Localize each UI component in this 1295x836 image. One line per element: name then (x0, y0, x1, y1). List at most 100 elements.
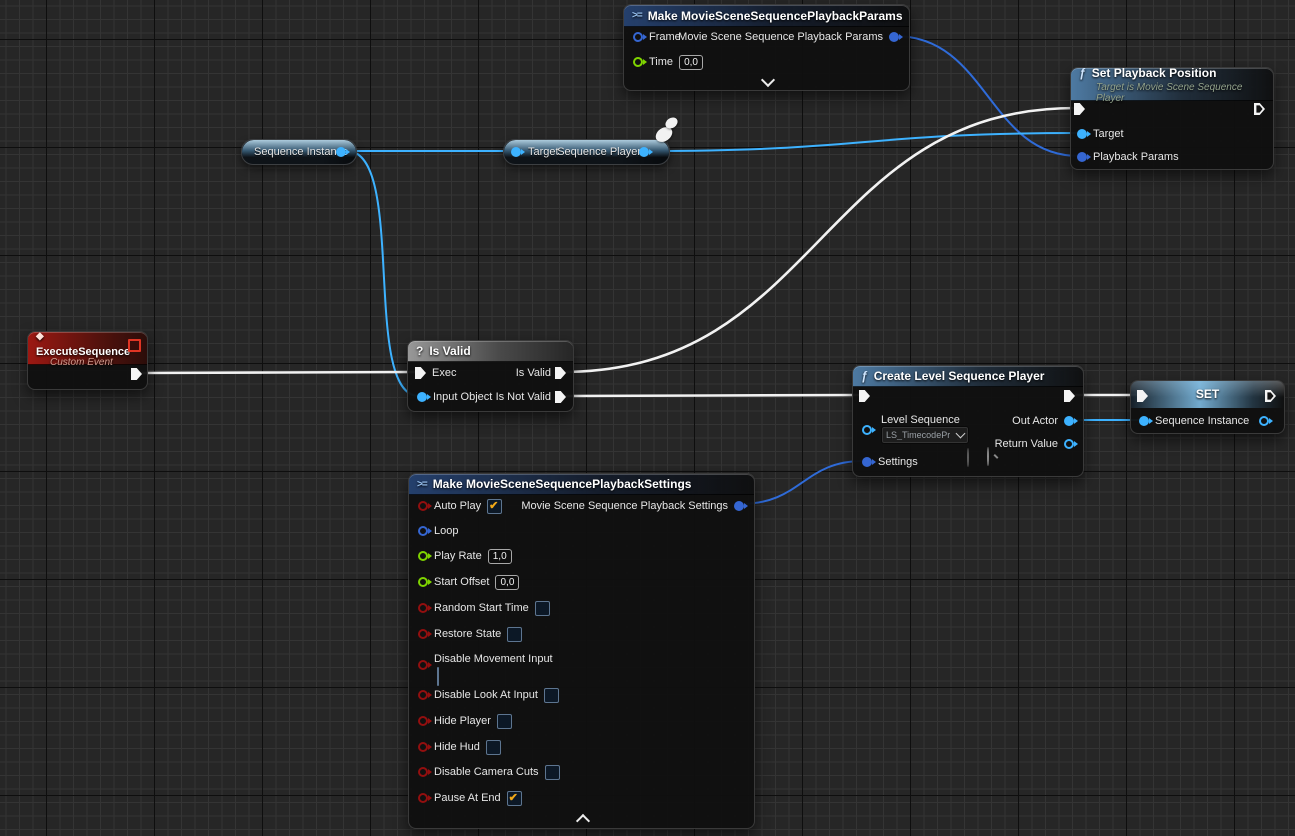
checkbox-hide-player[interactable] (497, 714, 512, 729)
pin-pause-at-end[interactable] (418, 793, 428, 803)
pin-play-rate[interactable] (418, 551, 428, 561)
blueprint-graph-canvas[interactable]: >= Make MovieSceneSequencePlaybackParams… (0, 0, 1295, 836)
event-icon: ◆ (36, 331, 44, 342)
pin-settings-output-label: Movie Scene Sequence Playback Settings (521, 499, 728, 513)
pin-output-label: Movie Scene Sequence Playback Params (678, 30, 883, 44)
level-sequence-dropdown[interactable]: LS_TimecodePr (881, 426, 969, 444)
checkbox-disable-movement-input[interactable] (437, 667, 439, 686)
pin-target-in[interactable] (511, 147, 521, 157)
pin-settings[interactable] (862, 457, 872, 467)
collapse-chevron-icon[interactable] (576, 814, 590, 828)
checkbox-disable-camera-cuts[interactable] (545, 765, 560, 780)
node-header: >= Make MovieSceneSequencePlaybackSettin… (409, 474, 754, 495)
pin-out-actor-label: Out Actor (1012, 414, 1058, 428)
pin-sequence-instance-in[interactable] (1139, 416, 1149, 426)
exec-in-pin[interactable] (859, 390, 870, 402)
checkbox-restore-state[interactable] (507, 627, 522, 642)
pin-auto-play-label: Auto Play (434, 499, 481, 513)
pin-hide-hud-label: Hide Hud (434, 740, 480, 754)
pin-auto-play[interactable] (418, 501, 428, 511)
pin-random-start-time[interactable] (418, 603, 428, 613)
make-struct-icon: >= (417, 479, 427, 490)
exec-is-valid-out-pin[interactable] (555, 367, 566, 379)
node-create-level-sequence-player[interactable]: ƒ Create Level Sequence Player Level Seq… (852, 365, 1084, 477)
pin-target-label: Target (528, 145, 559, 159)
checkbox-hide-hud[interactable] (486, 740, 501, 755)
pin-playback-params[interactable] (1077, 152, 1087, 162)
pin-pause-at-end-label: Pause At End (434, 791, 501, 805)
pin-input-object-label: Input Object (433, 390, 492, 404)
checkbox-disable-look-at-input[interactable] (544, 688, 559, 703)
pin-settings-out[interactable] (734, 501, 744, 511)
node-make-playback-settings[interactable]: >= Make MovieSceneSequencePlaybackSettin… (408, 473, 755, 829)
variable-label: Sequence Player (557, 145, 641, 159)
pin-disable-look-at-input[interactable] (418, 690, 428, 700)
node-get-sequence-instance[interactable]: Sequence Instance (241, 139, 357, 165)
wire-exec-isnotvalid-to-create[interactable] (562, 395, 862, 396)
level-sequence-dropdown-value: LS_TimecodePr (886, 430, 950, 440)
checkbox-auto-play[interactable] (487, 499, 502, 514)
time-value-input[interactable]: 0,0 (679, 55, 703, 70)
wire-seqplayer-to-target[interactable] (650, 133, 1079, 151)
exec-is-not-valid-out-pin[interactable] (555, 391, 566, 403)
checkbox-pause-at-end[interactable] (507, 791, 522, 806)
pin-loop[interactable] (418, 526, 428, 536)
node-is-valid[interactable]: ? Is Valid Exec Input Object Is Valid Is… (407, 340, 574, 412)
pin-out-actor[interactable] (1064, 416, 1074, 426)
pin-hide-player-label: Hide Player (434, 714, 491, 728)
node-get-sequence-player[interactable]: Target Sequence Player (503, 139, 670, 165)
exec-in-pin[interactable] (1074, 103, 1085, 115)
checkbox-random-start-time[interactable] (535, 601, 550, 616)
pin-playback-params-label: Playback Params (1093, 150, 1179, 164)
node-title: Make MovieSceneSequencePlaybackParams (648, 9, 903, 23)
pin-playback-params-out[interactable] (889, 32, 899, 42)
pin-is-valid-label: Is Valid (516, 366, 551, 380)
node-title: SET (1131, 387, 1284, 401)
pin-start-offset[interactable] (418, 577, 428, 587)
pin-is-not-valid-label: Is Not Valid (496, 390, 551, 404)
pin-level-sequence[interactable] (862, 425, 872, 435)
pin-random-start-time-label: Random Start Time (434, 601, 529, 615)
use-selected-icon[interactable] (967, 448, 969, 467)
pin-target-label: Target (1093, 127, 1124, 141)
node-subtitle: Target is Movie Scene Sequence Player (1079, 82, 1265, 104)
pin-return-value[interactable] (1064, 439, 1074, 449)
exec-out-pin[interactable] (131, 368, 142, 380)
node-set-playback-position[interactable]: ƒ Set Playback Position Target is Movie … (1070, 67, 1274, 170)
pin-sequence-instance-out[interactable] (1259, 416, 1269, 426)
start-offset-input[interactable]: 0,0 (495, 575, 519, 590)
node-header: ? Is Valid (408, 341, 573, 362)
expand-chevron-icon[interactable] (761, 73, 775, 87)
pin-hide-player[interactable] (418, 716, 428, 726)
pin-return-value-label: Return Value (995, 437, 1058, 451)
pin-disable-look-at-input-label: Disable Look At Input (434, 688, 538, 702)
pin-time[interactable] (633, 57, 643, 67)
pin-frame[interactable] (633, 32, 643, 42)
pin-restore-state[interactable] (418, 629, 428, 639)
pin-hide-hud[interactable] (418, 742, 428, 752)
node-make-playback-params[interactable]: >= Make MovieSceneSequencePlaybackParams… (623, 4, 910, 91)
pin-level-sequence-label: Level Sequence (881, 413, 960, 427)
exec-in-pin[interactable] (415, 367, 426, 379)
pin-restore-state-label: Restore State (434, 627, 501, 641)
exec-out-pin[interactable] (1254, 103, 1265, 115)
pin-start-offset-label: Start Offset (434, 575, 489, 589)
pin-sequence-player-out[interactable] (639, 147, 649, 157)
wire-settings-to-create[interactable] (740, 461, 863, 504)
function-icon: ƒ (861, 369, 868, 383)
pin-sequence-instance-out[interactable] (336, 147, 346, 157)
wire-exec-event-to-isvalid[interactable] (137, 372, 419, 373)
exec-out-pin[interactable] (1064, 390, 1075, 402)
pin-disable-camera-cuts[interactable] (418, 767, 428, 777)
pin-disable-movement-input[interactable] (418, 660, 428, 670)
pin-target[interactable] (1077, 129, 1087, 139)
pin-input-object[interactable] (417, 392, 427, 402)
play-rate-input[interactable]: 1,0 (488, 549, 512, 564)
node-header: ƒ Set Playback Position Target is Movie … (1071, 68, 1273, 101)
node-subtitle: Custom Event (36, 357, 139, 368)
node-execute-sequence-event[interactable]: ◆ ExecuteSequence Custom Event (27, 331, 148, 390)
node-set-sequence-instance[interactable]: SET Sequence Instance (1130, 380, 1285, 434)
browse-asset-icon[interactable] (987, 447, 989, 466)
node-title: Make MovieSceneSequencePlaybackSettings (433, 477, 692, 491)
delegate-pin[interactable] (128, 339, 141, 352)
